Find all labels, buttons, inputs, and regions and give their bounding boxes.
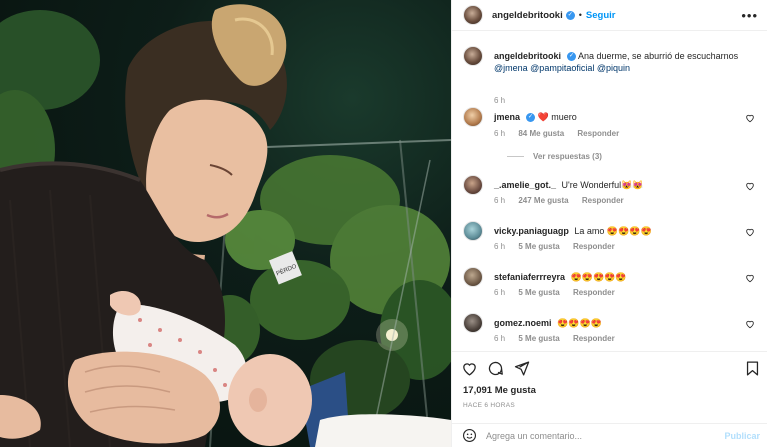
verified-icon: ✓ — [565, 10, 575, 20]
timestamp: 6 h — [494, 288, 506, 297]
heart-icon[interactable] — [745, 113, 755, 123]
likes-count[interactable]: 5 Me gusta — [518, 288, 559, 297]
heart-icon[interactable] — [745, 227, 755, 237]
author-avatar[interactable] — [463, 5, 483, 25]
comment-item: vicky.paniaguagp La amo 😍😍😍😍 6 h 5 Me gu… — [463, 221, 759, 261]
comment-username[interactable]: vicky.paniaguagp — [494, 226, 569, 236]
heart-icon[interactable] — [745, 273, 755, 283]
more-icon[interactable]: ••• — [741, 8, 758, 23]
likes-count[interactable]: 84 Me gusta — [518, 129, 564, 138]
heart-icon[interactable] — [745, 181, 755, 191]
heart-icon[interactable] — [745, 319, 755, 329]
caption-body: angeldebritooki ✓ Ana duerme, se aburrió … — [494, 50, 742, 74]
commenter-avatar[interactable] — [463, 175, 483, 195]
post-photo[interactable]: PÉRDO — [0, 0, 451, 447]
add-comment-bar: Publicar — [452, 423, 767, 447]
reply-button[interactable]: Responder — [582, 196, 624, 205]
commenter-avatar[interactable] — [463, 313, 483, 333]
reply-button[interactable]: Responder — [573, 242, 615, 251]
comment-body: jmena ✓ ❤️ muero — [494, 111, 742, 123]
comment-body: vicky.paniaguagp La amo 😍😍😍😍 — [494, 225, 742, 237]
mention-link[interactable]: @jmena — [494, 63, 528, 73]
timestamp: 6 h — [494, 129, 506, 138]
timestamp: 6 h — [494, 334, 506, 343]
likes-count[interactable]: 247 Me gusta — [518, 196, 568, 205]
caption-text: Ana duerme, se aburrió de escucharnos — [578, 51, 739, 61]
author-username[interactable]: angeldebritooki — [492, 10, 563, 21]
comment-icon[interactable] — [487, 360, 504, 377]
comment-item: _.amelie_got._ U're Wonderful😻😻 6 h 247 … — [463, 175, 759, 215]
heart-icon[interactable] — [461, 360, 478, 377]
follow-button[interactable]: Seguir — [586, 10, 616, 21]
comment-text: 😍😍😍😍 — [557, 318, 602, 328]
comment-item: gomez.noemi 😍😍😍😍 6 h 5 Me gusta Responde… — [463, 313, 759, 350]
comment-meta: 6 h 247 Me gusta Responder — [494, 196, 635, 205]
commenter-avatar[interactable] — [463, 267, 483, 287]
comment-username[interactable]: gomez.noemi — [494, 318, 552, 328]
reply-button[interactable]: Responder — [577, 129, 619, 138]
commenter-avatar[interactable] — [463, 107, 483, 127]
comment-username[interactable]: jmena — [494, 112, 520, 122]
comment-text: U're Wonderful😻😻 — [561, 180, 644, 190]
author-avatar[interactable] — [463, 46, 483, 66]
post-timestamp: HACE 6 HORAS — [463, 402, 516, 409]
mention-link[interactable]: @piquin — [597, 63, 630, 73]
comment-username[interactable]: stefaniaferrreyra — [494, 272, 565, 282]
caption: angeldebritooki ✓ Ana duerme, se aburrió … — [463, 46, 759, 106]
view-replies-button[interactable]: Ver respuestas (3) — [507, 152, 602, 161]
comment-item: stefaniaferrreyra 😍😍😍😍😍 6 h 5 Me gusta R… — [463, 267, 759, 307]
timestamp: 6 h — [494, 96, 506, 105]
likes-count[interactable]: 5 Me gusta — [518, 334, 559, 343]
verified-icon: ✓ — [526, 113, 536, 123]
emoji-icon[interactable] — [462, 428, 477, 443]
share-icon[interactable] — [513, 360, 530, 377]
replies-line — [507, 156, 524, 157]
comment-text: ❤️ muero — [537, 112, 577, 122]
mention-link[interactable]: @pampitaoficial — [530, 63, 594, 73]
comment-meta: 6 h 5 Me gusta Responder — [494, 288, 626, 297]
likes-count[interactable]: 5 Me gusta — [518, 242, 559, 251]
comment-input[interactable] — [486, 430, 706, 441]
comment-username[interactable]: _.amelie_got._ — [494, 180, 556, 190]
timestamp: 6 h — [494, 196, 506, 205]
comment-meta: 6 h 84 Me gusta Responder — [494, 129, 630, 138]
timestamp: 6 h — [494, 242, 506, 251]
caption-username[interactable]: angeldebritooki — [494, 51, 561, 61]
verified-icon: ✓ — [567, 52, 577, 62]
comment-meta: 6 h 5 Me gusta Responder — [494, 334, 626, 343]
comment-meta: 6 h 5 Me gusta Responder — [494, 242, 626, 251]
post-sidebar: angeldebritooki ✓ • Seguir ••• angeldebr… — [451, 0, 767, 447]
caption-time: 6 h — [494, 96, 516, 105]
comment-item: jmena ✓ ❤️ muero 6 h 84 Me gusta Responde… — [463, 107, 759, 167]
reply-button[interactable]: Responder — [573, 334, 615, 343]
photo-illustration: PÉRDO — [0, 4, 451, 447]
comment-text: 😍😍😍😍😍 — [570, 272, 627, 282]
comment-body: gomez.noemi 😍😍😍😍 — [494, 317, 742, 329]
commenter-avatar[interactable] — [463, 221, 483, 241]
comments-list[interactable]: angeldebritooki ✓ Ana duerme, se aburrió … — [452, 32, 767, 350]
post-header: angeldebritooki ✓ • Seguir ••• — [452, 0, 767, 31]
view-replies-label: Ver respuestas (3) — [533, 152, 602, 161]
comment-text: La amo 😍😍😍😍 — [574, 226, 652, 236]
separator-dot: • — [578, 10, 582, 20]
bookmark-icon[interactable] — [744, 360, 761, 377]
action-bar — [452, 351, 767, 381]
publish-button[interactable]: Publicar — [724, 431, 760, 441]
likes-count-total[interactable]: 17,091 Me gusta — [463, 385, 536, 396]
comment-body: stefaniaferrreyra 😍😍😍😍😍 — [494, 271, 742, 283]
reply-button[interactable]: Responder — [573, 288, 615, 297]
comment-body: _.amelie_got._ U're Wonderful😻😻 — [494, 179, 742, 191]
